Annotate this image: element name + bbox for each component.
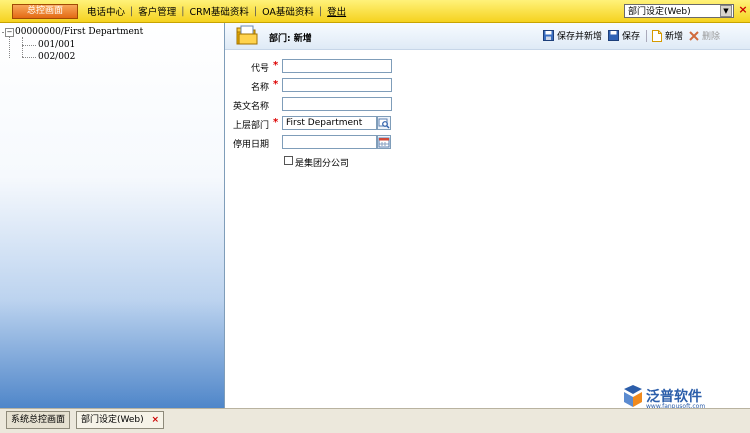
window-tab-bar: 系统总控画面 部门设定(Web) × [0, 408, 750, 433]
save-new-icon [543, 30, 554, 41]
required-mark: * [273, 60, 279, 71]
toolbar-separator [646, 29, 648, 42]
chevron-down-icon[interactable]: ▼ [720, 5, 732, 17]
tab-label: 部门设定(Web) [81, 415, 144, 425]
save-icon [608, 30, 620, 41]
delete-button[interactable]: 删除 [689, 29, 720, 42]
menu-call-center[interactable]: 电话中心 [82, 4, 130, 18]
menu-oa-basic-data[interactable]: OA基础资料 [257, 4, 319, 18]
tab-label: 系统总控画面 [11, 415, 66, 425]
tree-connector [9, 37, 10, 58]
tree-connector [22, 45, 36, 46]
module-select[interactable]: 部门设定(Web) [624, 4, 734, 18]
tree-connector [22, 57, 36, 58]
close-icon[interactable]: × [737, 4, 749, 16]
folder-icon [236, 25, 258, 45]
top-menu: 电话中心 | 客户管理 | CRM基础资料 | OA基础资料 | 登出 [82, 4, 351, 19]
parent-department-label: 上层部门 [232, 121, 269, 131]
tree-connector [22, 37, 23, 57]
new-button[interactable]: 新增 [652, 29, 683, 42]
collapse-icon[interactable]: − [5, 28, 14, 37]
code-label: 代号 [250, 64, 269, 74]
save-and-new-label: 保存并新增 [557, 32, 603, 42]
parent-department-input[interactable]: First Department [282, 116, 377, 130]
delete-icon [689, 30, 699, 41]
required-mark: * [273, 79, 279, 90]
group-branch-label: 是集团分公司 [295, 159, 350, 169]
disable-date-label: 停用日期 [232, 140, 269, 150]
menu-logout[interactable]: 登出 [322, 4, 351, 18]
menu-crm-basic-data[interactable]: CRM基础资料 [184, 4, 253, 18]
new-label: 新增 [665, 32, 684, 42]
tree-item[interactable]: 001/001 [38, 40, 75, 50]
date-picker-button[interactable] [377, 135, 391, 149]
tree-root-node[interactable]: −00000000/First Department [5, 27, 143, 37]
english-name-input[interactable] [282, 97, 392, 111]
new-document-icon [652, 29, 663, 42]
code-input[interactable] [282, 59, 392, 73]
close-tab-icon[interactable]: × [152, 415, 160, 425]
save-label: 保存 [622, 32, 641, 42]
form-toolbar: 保存并新增 保存 新增 删除 [543, 29, 726, 42]
required-mark: * [273, 117, 279, 128]
search-icon [378, 118, 390, 129]
lookup-button[interactable] [377, 116, 391, 130]
group-branch-checkbox[interactable] [284, 156, 293, 165]
tab-department-setup[interactable]: 部门设定(Web) × [76, 411, 165, 429]
delete-label: 删除 [702, 32, 721, 42]
calendar-icon [378, 137, 390, 148]
top-menu-bar: 总控画面 电话中心 | 客户管理 | CRM基础资料 | OA基础资料 | 登出… [0, 0, 750, 23]
tree-root-label: 00000000/First Department [15, 27, 144, 37]
save-button[interactable]: 保存 [608, 29, 640, 42]
tree-item[interactable]: 002/002 [38, 52, 75, 62]
tree-connector [2, 32, 6, 33]
brand-logo-icon [624, 385, 642, 407]
english-name-label: 英文名称 [232, 102, 269, 112]
form-title: 部门: 新增 [269, 34, 312, 44]
menu-customer-management[interactable]: 客户管理 [133, 4, 181, 18]
name-label: 名称 [250, 83, 269, 93]
tab-system-home[interactable]: 系统总控画面 [6, 411, 71, 429]
department-tree-panel: −00000000/First Department 001/001 002/0… [0, 23, 225, 408]
save-and-new-button[interactable]: 保存并新增 [543, 29, 602, 42]
home-console-button[interactable]: 总控画面 [12, 4, 78, 19]
disable-date-input[interactable] [282, 135, 377, 149]
name-input[interactable] [282, 78, 392, 92]
form-header: 部门: 新增 保存并新增 保存 新增 删除 [225, 23, 750, 50]
